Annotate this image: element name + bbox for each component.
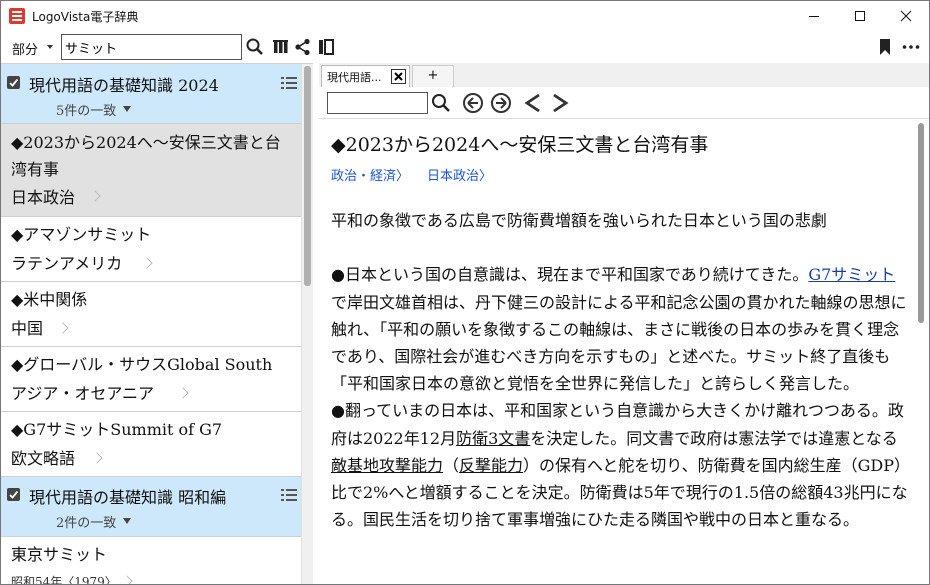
result-item[interactable]: ◆米中関係 中国 [1,282,301,347]
article-paragraph: ●翻っていまの日本は、平和国家という自意識から大きくかけ離れつつある。政府は20… [331,401,910,530]
app-window: LogoVista電子辞典 部分 現代用語の基礎知識 2024 5件の一致 [0,0,930,585]
cross-reference-link[interactable]: 防衛3文書 [456,429,530,448]
back-arrow-icon[interactable] [522,92,544,114]
minimize-icon [809,16,819,17]
article-panel: 現代用語... + ◆2023から2024へ～安保三文書と台湾有事 政治・経済〉… [319,63,929,584]
results-panel: 現代用語の基礎知識 2024 5件の一致 ◆2023から2024へ～安保三文書と… [1,63,313,585]
close-button[interactable] [883,1,929,31]
article-lead: 平和の象徴である広島で防衛費増額を強いられた日本という国の悲劇 [331,211,827,230]
result-title: ◆アマゾンサミット [11,225,152,244]
article-headword: ◆2023から2024へ～安保三文書と台湾有事 [331,134,709,156]
result-title: ◆米中関係 [11,290,88,309]
more-options-icon[interactable] [901,37,921,57]
tab-bar: 現代用語... + [319,63,929,87]
dictionary-title: 現代用語の基礎知識 昭和編 [29,488,227,507]
window-title: LogoVista電子辞典 [32,10,139,24]
chevron-right-icon [57,322,69,334]
category-link[interactable]: 政治・経済〉 [331,169,409,184]
panel-layout-icon[interactable] [316,37,336,57]
new-tab-button[interactable]: + [412,65,454,87]
cross-reference-link[interactable]: G7サミット [808,265,895,284]
list-icon[interactable] [281,488,297,502]
result-item[interactable]: 東京サミット 昭和54年〈1979〉 [1,537,301,585]
article-nav-bar [319,87,929,119]
toolbar: 部分 [1,31,929,63]
match-count[interactable]: 2件の一致 [56,512,116,531]
next-match-icon[interactable] [490,92,512,114]
maximize-icon [855,11,865,21]
search-scope-dropdown[interactable]: 部分 [12,39,38,58]
tab-article[interactable]: 現代用語... [321,65,410,87]
find-search-icon[interactable] [430,92,452,114]
dictionary-books-icon[interactable] [271,37,291,57]
dictionary-title: 現代用語の基礎知識 2024 [29,76,219,95]
result-category: 日本政治 [11,188,76,207]
result-item[interactable]: ◆グローバル・サウスGlobal South アジア・オセアニア [1,347,301,412]
chevron-right-icon [177,387,189,399]
chevron-right-icon [141,257,153,269]
result-title: 東京サミット [11,545,108,564]
cross-reference-link[interactable]: 反撃能力 [459,456,523,475]
tab-label: 現代用語... [327,71,382,84]
find-in-page-input[interactable] [327,92,428,114]
result-item[interactable]: ◆2023から2024へ～安保三文書と台湾有事 日本政治 [1,124,301,217]
chevron-right-icon [89,190,101,202]
results-scrollbar[interactable] [301,64,313,584]
result-category: 昭和54年〈1979〉 [11,575,117,585]
checkbox-checked-icon[interactable] [7,76,20,89]
category-breadcrumb: 政治・経済〉 日本政治〉 [331,165,510,184]
scrollbar-thumb[interactable] [304,66,311,286]
result-category: ラテンアメリカ [11,254,123,273]
result-title: ◆G7サミットSummit of G7 [11,420,223,439]
result-category: アジア・オセアニア [11,384,155,403]
app-logo-icon [9,8,25,24]
result-title: ◆2023から2024へ～安保三文書と台湾有事 [11,133,281,179]
match-count[interactable]: 5件の一致 [56,100,116,119]
result-item[interactable]: ◆アマゾンサミット ラテンアメリカ [1,217,301,282]
close-icon [394,72,403,81]
chevron-down-icon[interactable] [47,45,53,49]
scrollbar-thumb[interactable] [918,123,924,323]
search-input[interactable] [61,34,242,60]
minimize-button[interactable] [791,1,837,31]
share-icon[interactable] [293,37,313,57]
article-body: 平和の象徴である広島で防衛費増額を強いられた日本という国の悲劇 ●日本という国の… [331,207,911,533]
chevron-right-icon [91,452,103,464]
title-bar: LogoVista電子辞典 [1,1,929,31]
list-icon[interactable] [281,76,297,90]
result-category: 欧文略語 [11,449,76,468]
dictionary-group-header[interactable]: 現代用語の基礎知識 昭和編 2件の一致 [1,477,301,537]
forward-arrow-icon[interactable] [549,92,571,114]
bookmark-icon[interactable] [875,37,895,57]
expand-arrow-icon[interactable] [123,106,131,112]
article-paragraph: ●日本という国の自意識は、現在まで平和国家であり続けてきた。G7サミットで岸田文… [331,265,907,394]
result-category: 中国 [11,319,44,338]
tab-close-button[interactable] [391,69,406,84]
category-link[interactable]: 日本政治〉 [427,169,492,184]
result-item[interactable]: ◆G7サミットSummit of G7 欧文略語 [1,412,301,477]
article-content: ◆2023から2024へ～安保三文書と台湾有事 政治・経済〉 日本政治〉 平和の象… [319,119,919,584]
dictionary-group-header[interactable]: 現代用語の基礎知識 2024 5件の一致 [1,64,301,124]
expand-arrow-icon[interactable] [123,518,131,524]
search-icon[interactable] [245,37,265,57]
cross-reference-link[interactable]: 敵基地攻撃能力 [331,456,443,475]
maximize-button[interactable] [837,1,883,31]
chevron-right-icon [121,575,133,584]
result-title: ◆グローバル・サウスGlobal South [11,355,273,374]
previous-match-icon[interactable] [462,92,484,114]
article-scrollbar[interactable] [915,119,927,584]
close-icon [900,10,912,22]
checkbox-checked-icon[interactable] [7,488,20,501]
